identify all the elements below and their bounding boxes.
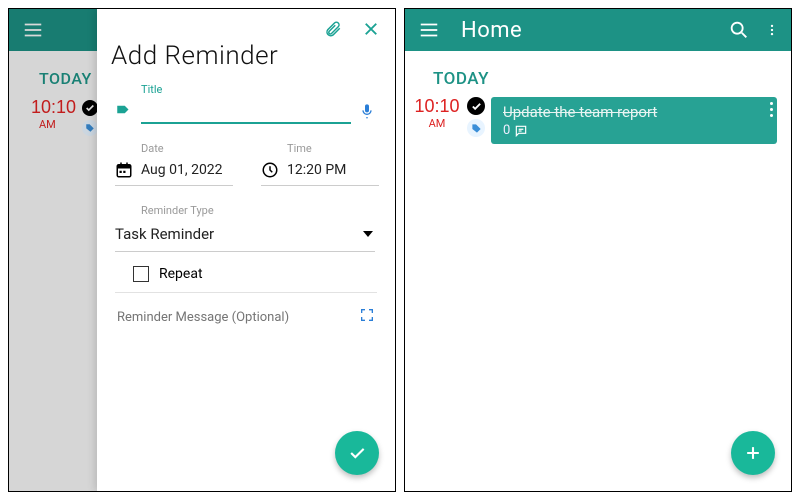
tag-circle-icon[interactable] bbox=[467, 119, 485, 137]
screen-home: Home TODAY 10:10 AM Update the te bbox=[404, 8, 792, 492]
menu-icon[interactable] bbox=[417, 18, 441, 42]
add-reminder-sheet: Add Reminder Title Date Aug 01, 2022 Tim… bbox=[97, 9, 395, 491]
sheet-title: Add Reminder bbox=[97, 41, 395, 79]
time-value: 12:20 PM bbox=[287, 162, 346, 178]
repeat-checkbox-row[interactable]: Repeat bbox=[115, 252, 377, 293]
screen-add-reminder: TODAY 10:10 AM A bbox=[8, 8, 396, 492]
reminder-time: 10:10 bbox=[413, 97, 461, 115]
mic-icon[interactable] bbox=[359, 103, 375, 119]
attachment-icon[interactable] bbox=[321, 17, 345, 41]
appbar: Home bbox=[405, 9, 791, 51]
time-picker[interactable]: 12:20 PM bbox=[261, 161, 379, 186]
date-label: Date bbox=[141, 142, 233, 155]
close-icon[interactable] bbox=[359, 17, 383, 41]
type-value: Task Reminder bbox=[115, 225, 214, 243]
title-field-label: Title bbox=[141, 83, 375, 96]
confirm-fab[interactable] bbox=[335, 431, 379, 475]
time-label: Time bbox=[287, 142, 379, 155]
date-value: Aug 01, 2022 bbox=[141, 162, 223, 178]
reminder-card[interactable]: Update the team report 0 bbox=[491, 97, 777, 144]
type-label: Reminder Type bbox=[141, 204, 375, 217]
date-picker[interactable]: Aug 01, 2022 bbox=[115, 161, 233, 186]
message-input[interactable] bbox=[117, 310, 359, 325]
expand-icon[interactable] bbox=[359, 307, 375, 327]
overflow-menu-icon[interactable] bbox=[765, 18, 779, 42]
add-fab[interactable] bbox=[731, 431, 775, 475]
check-circle-icon[interactable] bbox=[467, 97, 485, 115]
today-header: TODAY bbox=[405, 51, 791, 97]
repeat-label: Repeat bbox=[159, 266, 203, 282]
reminder-type-select[interactable]: Task Reminder bbox=[115, 219, 375, 252]
tag-icon[interactable] bbox=[115, 102, 133, 120]
chevron-down-icon bbox=[363, 231, 373, 237]
search-icon[interactable] bbox=[727, 18, 751, 42]
comment-count: 0 bbox=[503, 123, 510, 138]
reminder-ampm: AM bbox=[413, 117, 461, 130]
comment-icon bbox=[514, 124, 528, 138]
card-menu-icon[interactable] bbox=[770, 99, 773, 120]
repeat-checkbox[interactable] bbox=[133, 266, 149, 282]
appbar-title: Home bbox=[461, 18, 727, 43]
title-input[interactable] bbox=[141, 98, 351, 124]
reminder-title: Update the team report bbox=[503, 103, 767, 121]
reminder-row: 10:10 AM Update the team report 0 bbox=[405, 97, 791, 144]
